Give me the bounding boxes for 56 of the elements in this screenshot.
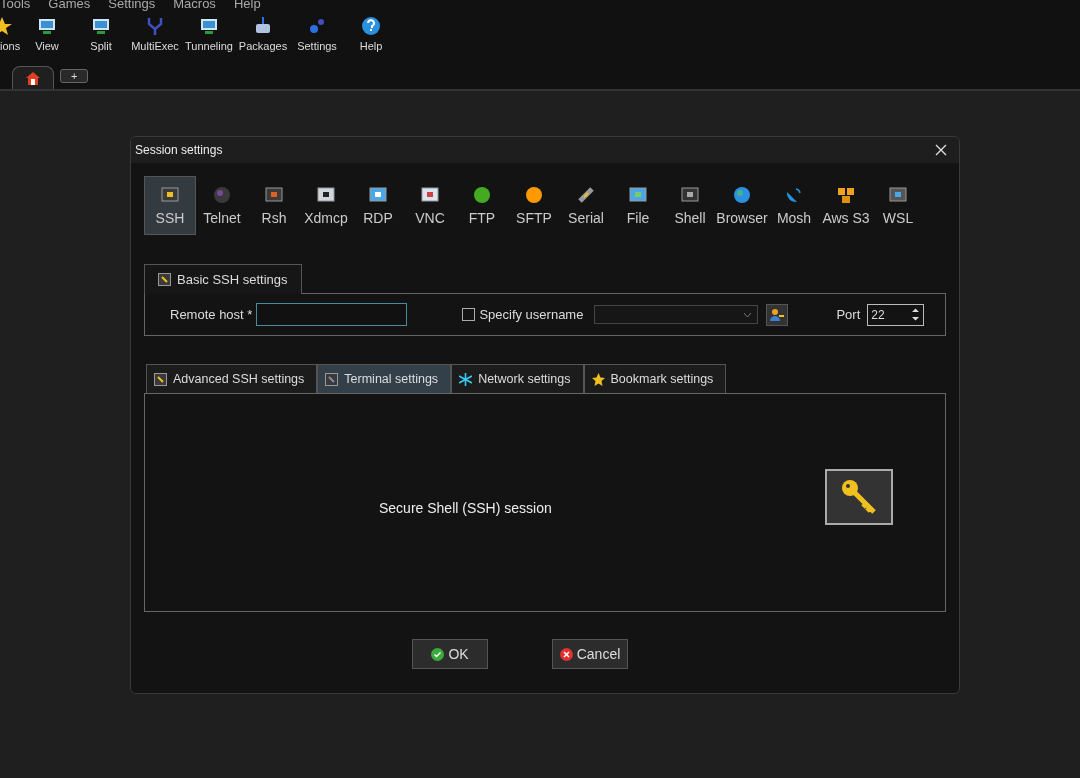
ok-button[interactable]: OK xyxy=(412,639,488,669)
session-type-button[interactable]: Shell xyxy=(664,176,716,235)
chevron-down-icon xyxy=(743,311,753,318)
cancel-button[interactable]: Cancel xyxy=(552,639,628,669)
toolbar-button[interactable]: Help xyxy=(344,16,398,64)
check-circle-icon xyxy=(431,647,445,661)
network-icon xyxy=(459,372,473,386)
spin-arrows-icon xyxy=(912,308,920,321)
toolbar-button[interactable]: View xyxy=(20,16,74,64)
toolbar-button[interactable]: Tunneling xyxy=(182,16,236,64)
session-type-button[interactable]: Browser xyxy=(716,176,768,235)
dialog-title: Session settings xyxy=(135,143,223,157)
toolbar-button[interactable]: ions xyxy=(0,16,20,64)
session-type-button[interactable]: Telnet xyxy=(196,176,248,235)
monitor-icon xyxy=(629,185,647,204)
fork-icon xyxy=(145,16,165,36)
session-type-button[interactable]: SSH xyxy=(144,176,196,235)
settings-tab[interactable]: Network settings xyxy=(451,364,584,393)
session-type-button[interactable]: VNC xyxy=(404,176,456,235)
settings-tab[interactable]: Advanced SSH settings xyxy=(146,364,318,393)
user-settings-button[interactable] xyxy=(766,303,789,326)
toolbar-button[interactable]: Settings xyxy=(290,16,344,64)
session-type-button[interactable]: RDP xyxy=(352,176,404,235)
session-type-button[interactable]: Mosh xyxy=(768,176,820,235)
house-icon xyxy=(26,71,40,85)
toolbar-button[interactable]: Split xyxy=(74,16,128,64)
remote-host-label: Remote host * xyxy=(170,307,253,322)
cubes-icon xyxy=(837,185,855,204)
session-type-button[interactable]: Aws S3 xyxy=(820,176,872,235)
session-type-button[interactable]: Rsh xyxy=(248,176,300,235)
monitor-icon xyxy=(369,185,387,204)
port-spinbox[interactable]: 22 xyxy=(867,303,925,326)
monitor-icon xyxy=(421,185,439,204)
star-icon xyxy=(591,372,605,386)
remote-host-field[interactable] xyxy=(256,303,408,326)
basic-settings-tab[interactable]: Basic SSH settings xyxy=(144,264,302,294)
close-circle-icon xyxy=(559,647,573,661)
port-label: Port xyxy=(836,307,861,322)
session-type-button[interactable]: Xdmcp xyxy=(300,176,352,235)
specify-username-checkbox[interactable]: Specify username xyxy=(462,307,584,322)
help-icon xyxy=(361,16,381,36)
session-description: Secure Shell (SSH) session xyxy=(379,499,552,516)
session-type-button[interactable]: WSL xyxy=(872,176,924,235)
user-key-icon xyxy=(770,307,785,322)
settings-tab[interactable]: Bookmark settings xyxy=(583,364,727,393)
toolbar-button[interactable]: Packages xyxy=(236,16,290,64)
toolbar-button[interactable]: MultiExec xyxy=(128,16,182,64)
home-tab[interactable] xyxy=(12,66,54,89)
session-type-button[interactable]: Serial xyxy=(560,176,612,235)
new-tab-button[interactable]: + xyxy=(60,69,89,83)
settings-tab[interactable]: Terminal settings xyxy=(317,364,452,393)
session-type-button[interactable]: File xyxy=(612,176,664,235)
drive-icon xyxy=(253,16,273,36)
session-type-button[interactable]: SFTP xyxy=(508,176,560,235)
close-icon[interactable] xyxy=(935,144,947,156)
session-type-button[interactable]: FTP xyxy=(456,176,508,235)
